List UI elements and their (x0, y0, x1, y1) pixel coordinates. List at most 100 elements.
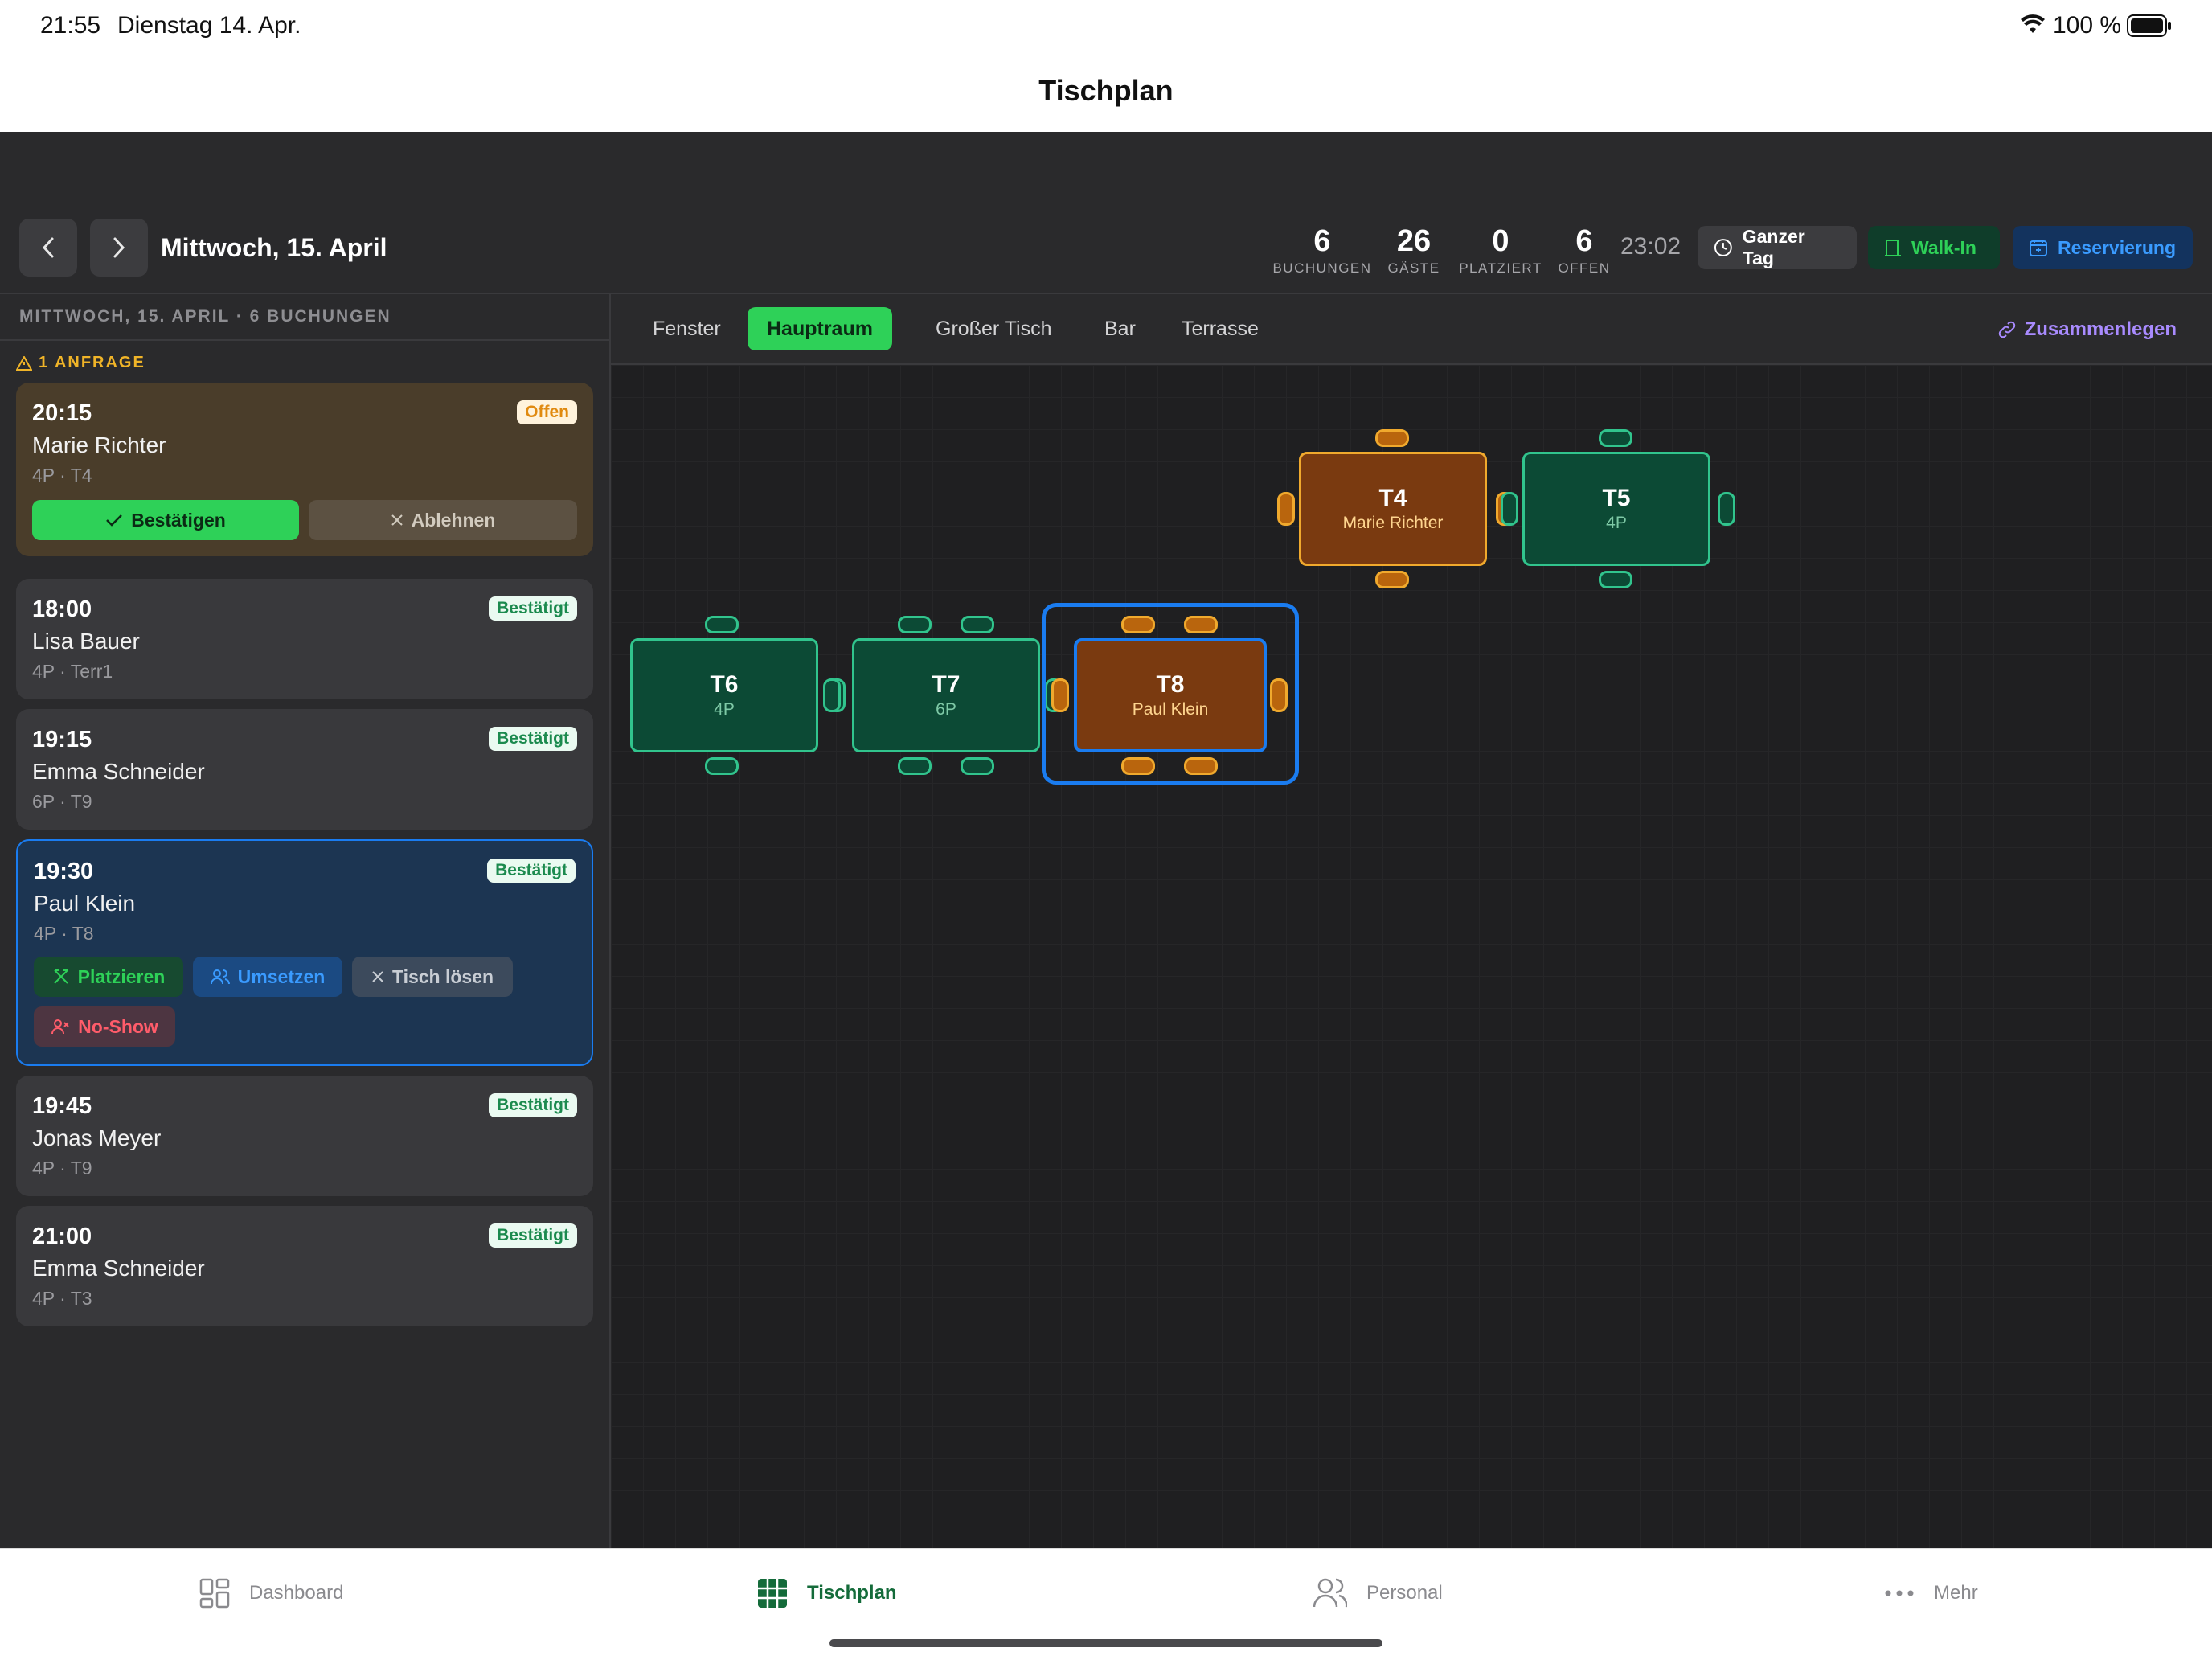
status-badge: Bestätigt (489, 727, 577, 751)
table-guest: Marie Richter (1342, 514, 1444, 532)
confirm-button[interactable]: Bestätigen (32, 500, 299, 540)
walk-in-button[interactable]: Walk-In (1868, 226, 2000, 269)
tab-fenster[interactable]: Fenster (633, 307, 740, 350)
booking-time: 19:15 (32, 727, 92, 752)
grid-icon (758, 1579, 787, 1608)
tisch-loesen-button[interactable]: Tisch lösen (352, 957, 513, 997)
seat (1051, 678, 1069, 712)
seat (961, 616, 994, 633)
table-number: T8 (1156, 671, 1185, 698)
request-card[interactable]: 20:15 Offen Marie Richter 4P · T4 Bestät… (16, 383, 593, 556)
booking-meta: 4P · T8 (34, 923, 94, 944)
link-icon (1998, 321, 2015, 338)
request-count: 1 ANFRAGE (39, 354, 145, 371)
clock-icon (1714, 239, 1732, 256)
booking-meta: 6P · T9 (32, 791, 92, 812)
table-capacity: 4P (714, 700, 735, 719)
umsetzen-button[interactable]: Umsetzen (193, 957, 342, 997)
guest-name: Emma Schneider (32, 1256, 205, 1281)
current-clock: 23:02 (1620, 233, 1682, 260)
merge-button[interactable]: Zusammenlegen (1997, 318, 2177, 341)
status-badge: Offen (517, 400, 577, 424)
reservierung-label: Reservierung (2058, 236, 2177, 258)
seat (1121, 757, 1155, 775)
no-show-label: No-Show (78, 1015, 158, 1037)
wifi-icon (2021, 14, 2045, 41)
status-date: Dienstag 14. Apr. (117, 12, 301, 39)
status-badge: Bestätigt (489, 1093, 577, 1117)
next-day-button[interactable] (90, 219, 148, 277)
seat (705, 757, 739, 775)
seat (1375, 429, 1409, 447)
table-t5[interactable]: T5 4P (1522, 452, 1710, 566)
tab-dashboard[interactable]: Dashboard (199, 1578, 343, 1609)
prev-day-button[interactable] (19, 219, 77, 277)
seat (961, 757, 994, 775)
stat-label: GÄSTE (1387, 260, 1440, 276)
tisch-loesen-label: Tisch lösen (391, 965, 494, 987)
booking-card[interactable]: 18:00 Bestätigt Lisa Bauer 4P · Terr1 (16, 579, 593, 699)
users-icon (210, 969, 230, 985)
umsetzen-label: Umsetzen (237, 965, 326, 987)
tab-hauptraum[interactable]: Hauptraum (748, 307, 892, 350)
table-t7[interactable]: T7 6P (852, 638, 1040, 752)
booking-time: 19:30 (34, 859, 94, 884)
booking-card[interactable]: 19:15 Bestätigt Emma Schneider 6P · T9 (16, 709, 593, 830)
seat (823, 678, 841, 712)
table-number: T5 (1602, 485, 1631, 511)
tab-mehr-label: Mehr (1934, 1582, 1978, 1604)
tab-grosser-tisch[interactable]: Großer Tisch (916, 307, 1071, 350)
dashboard-icon (199, 1578, 230, 1609)
warning-icon (16, 355, 32, 371)
guest-name: Jonas Meyer (32, 1125, 162, 1150)
booking-time: 21:00 (32, 1223, 92, 1249)
table-number: T6 (710, 671, 739, 698)
more-icon (1885, 1590, 1914, 1596)
seat (1718, 492, 1735, 526)
tab-tischplan-label: Tischplan (807, 1582, 897, 1604)
reservierung-button[interactable]: Reservierung (2013, 226, 2193, 269)
tab-bar[interactable]: Bar (1085, 307, 1155, 350)
tab-tischplan[interactable]: Tischplan (757, 1578, 897, 1609)
utensils-icon (53, 969, 68, 984)
booking-meta: 4P · Terr1 (32, 661, 113, 682)
booking-sidebar: MITTWOCH, 15. APRIL · 6 BUCHUNGEN 1 ANFR… (0, 294, 611, 1548)
decline-button[interactable]: Ablehnen (309, 500, 577, 540)
check-icon (106, 514, 123, 527)
booking-meta: 4P · T9 (32, 1158, 92, 1178)
decline-label: Ablehnen (411, 509, 496, 531)
booking-card[interactable]: 19:45 Bestätigt Jonas Meyer 4P · T9 (16, 1076, 593, 1196)
booking-card[interactable]: 21:00 Bestätigt Emma Schneider 4P · T3 (16, 1206, 593, 1326)
table-t6[interactable]: T6 4P (630, 638, 818, 752)
battery-percent: 100 % (2053, 12, 2122, 39)
battery-icon (2127, 14, 2172, 43)
stat-label: BUCHUNGEN (1272, 260, 1372, 276)
tab-terrasse[interactable]: Terrasse (1162, 307, 1278, 350)
guest-name: Emma Schneider (32, 759, 205, 784)
tab-personal[interactable]: Personal (1313, 1578, 1443, 1609)
stat-platziert: 0 PLATZIERT (1456, 225, 1545, 277)
close-icon (391, 514, 403, 526)
booking-meta: 4P · T3 (32, 1288, 92, 1309)
home-indicator (830, 1639, 1382, 1647)
merge-label: Zusammenlegen (2024, 318, 2177, 340)
platzieren-button[interactable]: Platzieren (34, 957, 183, 997)
sidebar-heading: MITTWOCH, 15. APRIL · 6 BUCHUNGEN (19, 307, 391, 326)
table-t4[interactable]: T4 Marie Richter (1299, 452, 1487, 566)
table-t8[interactable]: T8 Paul Klein (1074, 638, 1267, 752)
tab-personal-label: Personal (1366, 1582, 1443, 1604)
ganzer-tag-button[interactable]: Ganzer Tag (1698, 226, 1857, 269)
stat-label: PLATZIERT (1459, 260, 1542, 276)
no-show-button[interactable]: No-Show (34, 1006, 175, 1047)
stat-value: 26 (1396, 224, 1432, 258)
booking-card-selected[interactable]: 19:30 Bestätigt Paul Klein 4P · T8 Platz… (16, 839, 593, 1066)
booking-time: 18:00 (32, 596, 92, 622)
tab-mehr[interactable]: Mehr (1884, 1578, 1978, 1609)
booking-time: 20:15 (32, 400, 92, 426)
tab-dashboard-label: Dashboard (249, 1582, 344, 1604)
seat (1599, 429, 1632, 447)
guest-name: Marie Richter (32, 432, 166, 457)
stat-label: OFFEN (1558, 260, 1611, 276)
seat (898, 616, 932, 633)
room-tabs: Fenster Hauptraum Großer Tisch Bar Terra… (611, 294, 2212, 365)
